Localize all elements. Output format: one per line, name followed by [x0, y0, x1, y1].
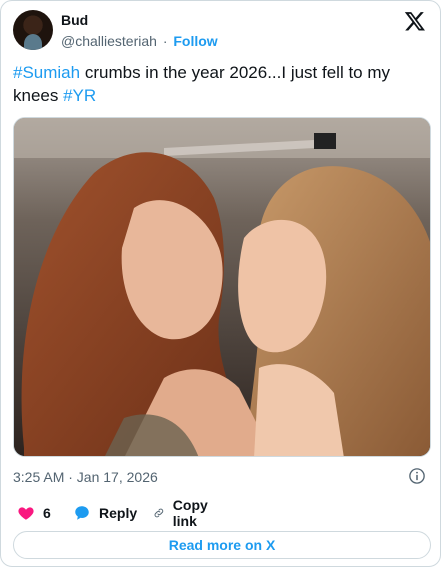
avatar[interactable] — [13, 10, 53, 50]
copy-link-label: Copy link — [172, 497, 208, 529]
link-icon — [154, 508, 164, 518]
info-icon[interactable] — [408, 467, 426, 485]
author-subline: @challiesteriah · Follow — [61, 33, 218, 49]
heart-icon — [18, 507, 34, 520]
read-more-button[interactable]: Read more on X — [13, 531, 431, 559]
like-count: 6 — [43, 505, 51, 521]
follow-link[interactable]: Follow — [173, 33, 217, 49]
like-button[interactable]: 6 — [17, 502, 51, 524]
copy-link-button[interactable]: Copy link — [153, 497, 214, 529]
x-logo-icon[interactable] — [404, 10, 426, 32]
author-name[interactable]: Bud — [61, 12, 88, 28]
tweet-text: #Sumiah crumbs in the year 2026...I just… — [13, 61, 423, 107]
tweet-header: Bud @challiesteriah · Follow — [13, 10, 428, 50]
reply-bubble-icon — [75, 506, 89, 520]
tweet-timestamp[interactable]: 3:25 AM · Jan 17, 2026 — [13, 469, 158, 485]
hashtag-link[interactable]: #YR — [63, 86, 96, 105]
hashtag-link[interactable]: #Sumiah — [13, 63, 80, 82]
author-handle[interactable]: @challiesteriah — [61, 33, 157, 49]
reply-label: Reply — [99, 505, 138, 521]
separator-dot: · — [162, 33, 168, 49]
tweet-embed-card: Bud @challiesteriah · Follow #Sumiah cru… — [0, 0, 441, 567]
reply-button[interactable]: Reply — [73, 502, 137, 524]
tweet-photo[interactable] — [13, 117, 431, 457]
photo-illustration — [14, 118, 430, 456]
